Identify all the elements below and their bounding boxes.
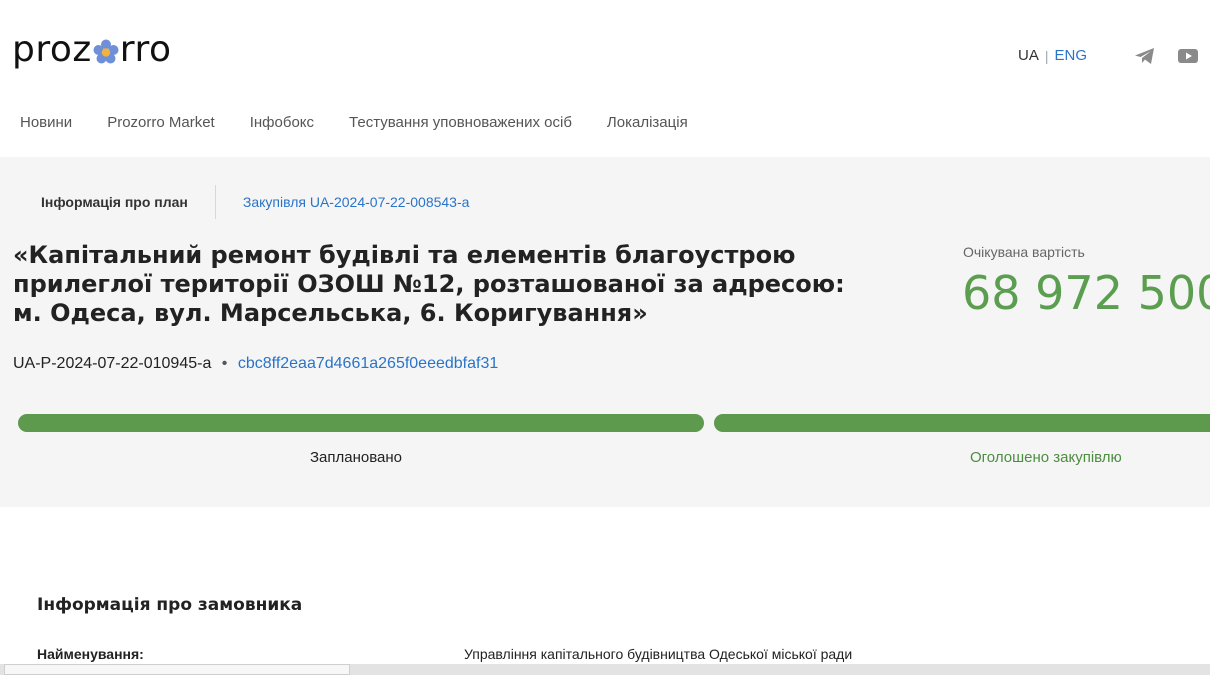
scrollbar-thumb[interactable] (4, 664, 350, 675)
expected-value-label: Очікувана вартість (963, 244, 1085, 260)
site-header: proz rro UA | ENG (0, 0, 1210, 100)
prozorro-logo[interactable]: proz rro (12, 28, 172, 72)
stage-progress-bar-announced (714, 414, 1210, 432)
logo-text-suffix: rro (119, 29, 172, 70)
tab-procurement-link[interactable]: Закупівля UA-2024-07-22-008543-a (243, 194, 470, 210)
youtube-icon[interactable] (1177, 47, 1199, 65)
customer-name-value: Управління капітального будівництва Одес… (464, 646, 853, 662)
lang-eng[interactable]: ENG (1054, 47, 1087, 64)
nav-item-news[interactable]: Новини (20, 114, 72, 131)
nav-item-infobox[interactable]: Інфобокс (250, 114, 314, 131)
customer-section-title: Інформація про замовника (37, 595, 303, 615)
plan-tabs: Інформація про план Закупівля UA-2024-07… (41, 185, 469, 219)
plan-id: UA-P-2024-07-22-010945-a (13, 355, 212, 372)
plan-hash-link[interactable]: cbc8ff2eaa7d4661a265f0eeedbfaf31 (238, 355, 498, 372)
lang-ua[interactable]: UA (1018, 47, 1039, 64)
flower-logo-icon (93, 39, 119, 64)
horizontal-scrollbar[interactable] (0, 664, 1210, 675)
customer-name-label: Найменування: (37, 646, 144, 662)
nav-item-localization[interactable]: Локалізація (607, 114, 688, 131)
plan-title: «Капітальний ремонт будівлі та елементів… (13, 241, 845, 327)
telegram-icon[interactable] (1134, 47, 1156, 65)
stage-progress-bar-planned (18, 414, 704, 432)
tab-divider (214, 185, 216, 219)
plan-summary-panel: Інформація про план Закупівля UA-2024-07… (0, 157, 1210, 507)
stage-label-announced: Оголошено закупівлю (970, 449, 1122, 466)
id-separator: • (221, 355, 228, 372)
lang-separator: | (1044, 47, 1049, 64)
main-nav: Новини Prozorro Market Інфобокс Тестуван… (20, 114, 723, 131)
plan-identifiers: UA-P-2024-07-22-010945-a • cbc8ff2eaa7d4… (13, 355, 498, 373)
nav-item-testing[interactable]: Тестування уповноважених осіб (349, 114, 572, 131)
language-switcher: UA | ENG (1018, 47, 1087, 64)
expected-value-amount: 68 972 500, (962, 266, 1210, 320)
tab-plan-info[interactable]: Інформація про план (41, 194, 188, 210)
stage-label-planned: Заплановано (310, 449, 403, 466)
nav-item-prozorro-market[interactable]: Prozorro Market (107, 114, 215, 131)
logo-text-prefix: proz (12, 29, 92, 70)
